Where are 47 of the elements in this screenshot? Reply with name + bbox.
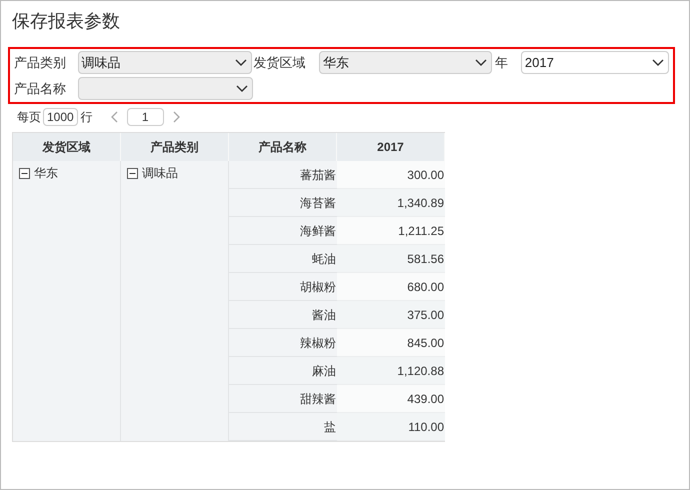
field-label: 发货区域	[254, 54, 307, 72]
chevron-down-icon	[652, 58, 664, 66]
collapse-icon[interactable]	[127, 168, 138, 179]
field-label: 产品名称	[14, 80, 67, 98]
table-cell: 海苔酱	[229, 189, 337, 217]
table-cell: 蚝油	[229, 245, 337, 273]
dropdown-field[interactable]: 华东	[319, 51, 492, 74]
chevron-down-icon	[236, 84, 248, 92]
region-label: 华东	[34, 168, 58, 179]
chevron-down-icon	[234, 58, 247, 66]
table-cell: 海鲜酱	[229, 217, 337, 245]
column-header: 产品类别	[121, 133, 229, 161]
table-cell: 辣椒粉	[229, 329, 337, 357]
category-label: 调味品	[142, 168, 178, 179]
table-cell: 1,340.89	[337, 189, 445, 217]
table-cell: 甜辣酱	[229, 385, 337, 413]
table-cell: 439.00	[337, 385, 445, 413]
rows-label: 行	[80, 109, 93, 126]
column-header: 产品名称	[229, 133, 337, 161]
field-label: 产品类别	[14, 54, 67, 72]
dropdown-field[interactable]	[78, 77, 253, 100]
dropdown-field[interactable]: 调味品	[78, 51, 252, 74]
column-header: 发货区域	[13, 133, 121, 161]
table-cell: 110.00	[337, 413, 445, 441]
table-cell: 胡椒粉	[229, 273, 337, 301]
next-page-icon[interactable]	[172, 111, 180, 123]
per-page-field[interactable]: 1000	[43, 108, 78, 126]
collapse-icon[interactable]	[19, 168, 30, 179]
dropdown-field[interactable]: 2017	[520, 51, 669, 74]
table-cell: 1,120.88	[337, 357, 445, 385]
table-cell: 581.56	[337, 245, 445, 273]
table-cell: 300.00	[337, 161, 445, 189]
chevron-down-icon	[475, 58, 488, 66]
table-cell: 酱油	[229, 301, 337, 329]
table-cell: 375.00	[337, 301, 445, 329]
table-cell: 680.00	[337, 273, 445, 301]
table-cell: 845.00	[337, 329, 445, 357]
page-field[interactable]: 1	[126, 108, 164, 126]
previous-page-icon[interactable]	[110, 111, 119, 123]
column-header: 2017	[337, 133, 445, 161]
table-cell: 蕃茄酱	[229, 161, 337, 189]
page-title: 保存报表参数	[12, 10, 121, 33]
table-cell: 1,211.25	[337, 217, 445, 245]
table-cell: 麻油	[229, 357, 337, 385]
field-label: 年	[495, 54, 510, 72]
table-cell: 盐	[229, 413, 337, 441]
per-page-label: 每页	[17, 109, 41, 126]
